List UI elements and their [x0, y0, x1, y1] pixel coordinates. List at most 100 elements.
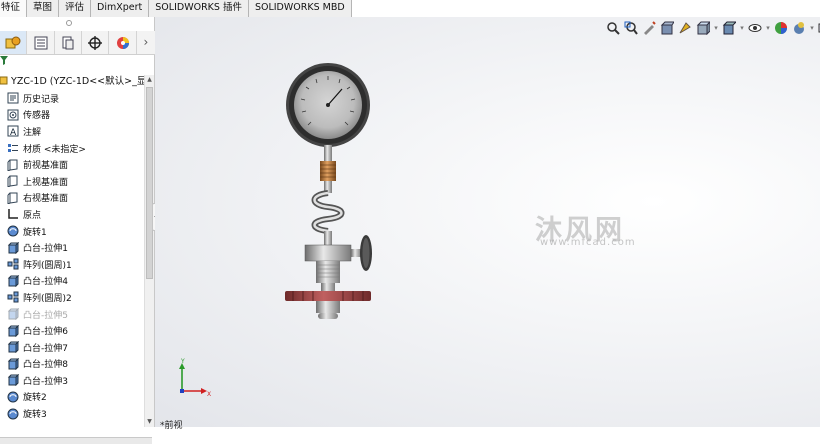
tree-item-label: 凸台-拉伸4	[23, 277, 68, 288]
tree-item-label: 阵列(圆周)1	[23, 260, 72, 271]
tree-item-label: 旋转3	[23, 410, 47, 421]
tree-item[interactable]: 旋转1	[0, 223, 145, 240]
display-manager-icon[interactable]	[109, 31, 137, 54]
command-manager-tabs: 特征 草图 评估 DimXpert SOLIDWORKS 插件 SOLIDWOR…	[0, 0, 352, 17]
edit-appearance-icon[interactable]	[773, 20, 789, 36]
tree-item-label: 凸台-拉伸3	[23, 376, 68, 387]
material-icon	[6, 142, 20, 155]
scroll-down-arrow-icon[interactable]: ▼	[145, 417, 154, 427]
tree-item[interactable]: 阵列(圆周)1	[0, 256, 145, 273]
heads-up-view-toolbar: ▾ ▾ ▾ ▾ ▾	[605, 19, 820, 37]
more-tabs-chevron-icon[interactable]: ›	[137, 31, 155, 54]
tree-root-part[interactable]: YZC-1D (YZC-1D<<默认>_显示	[0, 75, 152, 89]
tree-item-label: 旋转1	[23, 227, 47, 238]
annotation-icon: A	[6, 125, 20, 138]
property-manager-icon[interactable]	[27, 31, 55, 54]
tab-addins[interactable]: SOLIDWORKS 插件	[149, 0, 249, 17]
tree-item[interactable]: 凸台-拉伸1	[0, 239, 145, 256]
tree-item-label: 注解	[23, 127, 42, 138]
tab-dimxpert[interactable]: DimXpert	[91, 0, 150, 17]
dropdown-arrow-icon[interactable]: ▾	[809, 24, 815, 32]
revolve-icon	[6, 407, 20, 420]
tree-item[interactable]: 凸台-拉伸8	[0, 356, 145, 373]
extrude-icon	[6, 241, 20, 254]
circular-pattern-icon	[6, 258, 20, 271]
tree-item[interactable]: 凸台-拉伸6	[0, 322, 145, 339]
feature-manager-panel: › YZC-1D (YZC-1D<<默认>_显示 历史记录 传感器 A 注解材质 <未…	[0, 17, 155, 444]
apply-scene-icon[interactable]	[791, 20, 807, 36]
scroll-up-arrow-icon[interactable]: ▲	[145, 75, 154, 85]
panel-collapse-grip[interactable]	[66, 20, 72, 26]
tree-item-label: 前视基准面	[23, 161, 69, 172]
tab-mbd[interactable]: SOLIDWORKS MBD	[248, 0, 352, 17]
extrude-icon	[6, 274, 20, 287]
origin-icon	[6, 208, 20, 221]
tree-item-label: 右视基准面	[23, 194, 69, 205]
tree-item-label: 凸台-拉伸6	[23, 327, 68, 338]
tree-item[interactable]: 凸台-拉伸5	[0, 306, 145, 323]
sensor-icon	[6, 108, 20, 121]
history-icon	[6, 92, 20, 105]
manager-tabs: ›	[0, 31, 155, 55]
dropdown-arrow-icon[interactable]: ▾	[739, 24, 745, 32]
display-style-icon[interactable]	[721, 20, 737, 36]
circular-pattern-icon	[6, 291, 20, 304]
triad-y-label: Y	[180, 358, 185, 365]
tree-item[interactable]: 阵列(圆周)2	[0, 289, 145, 306]
plane-icon	[6, 158, 20, 171]
tab-features[interactable]: 特征	[0, 0, 28, 17]
tree-item-label: 旋转2	[23, 393, 47, 404]
tree-item-label: 材质 <未指定>	[23, 144, 86, 155]
dropdown-arrow-icon[interactable]: ▾	[765, 24, 771, 32]
tree-item-label: 凸台-拉伸1	[23, 244, 68, 255]
tree-item-label: 凸台-拉伸8	[23, 360, 68, 371]
tree-item[interactable]: 传感器	[0, 107, 145, 124]
tree-item[interactable]: A 注解	[0, 123, 145, 140]
tree-item[interactable]: 历史记录	[0, 90, 145, 107]
scroll-thumb[interactable]	[146, 87, 153, 279]
tab-evaluate[interactable]: 评估	[59, 0, 92, 17]
filter-icon[interactable]	[0, 56, 8, 68]
revolve-icon	[6, 390, 20, 403]
tree-item-label: 原点	[23, 210, 42, 221]
extrude-icon	[6, 357, 20, 370]
dynamic-annotation-icon[interactable]	[677, 20, 693, 36]
tree-item[interactable]: 旋转2	[0, 389, 145, 406]
previous-view-icon[interactable]	[641, 20, 657, 36]
dimxpert-manager-icon[interactable]	[82, 31, 110, 54]
plane-icon	[6, 175, 20, 188]
graphics-area[interactable]: ▾ ▾ ▾ ▾ ▾	[155, 17, 820, 427]
tree-root-label: YZC-1D (YZC-1D<<默认>_显示	[11, 76, 152, 87]
gauge-model[interactable]	[280, 57, 410, 327]
tree-item-label: 上视基准面	[23, 177, 69, 188]
tree-item[interactable]: 原点	[0, 206, 145, 223]
tree-item[interactable]: 凸台-拉伸4	[0, 273, 145, 290]
svg-text:A: A	[10, 128, 17, 137]
view-orientation-icon[interactable]	[695, 20, 711, 36]
feature-tree: 历史记录 传感器 A 注解材质 <未指定> 前视基准面上视基准面右视基准面原点旋转1 凸台…	[0, 90, 145, 422]
configuration-manager-icon[interactable]	[55, 31, 83, 54]
dropdown-arrow-icon[interactable]: ▾	[713, 24, 719, 32]
tree-item-label: 凸台-拉伸5	[23, 310, 68, 321]
tree-item[interactable]: 凸台-拉伸3	[0, 372, 145, 389]
tree-item[interactable]: 材质 <未指定>	[0, 140, 145, 157]
tree-item[interactable]: 上视基准面	[0, 173, 145, 190]
panel-bottom-tabs	[0, 437, 152, 444]
zoom-to-fit-icon[interactable]	[605, 20, 621, 36]
extrude-icon	[6, 308, 20, 321]
zoom-to-area-icon[interactable]	[623, 20, 639, 36]
tree-scrollbar[interactable]: ▲ ▼	[144, 75, 154, 427]
tree-item[interactable]: 右视基准面	[0, 190, 145, 207]
tree-item[interactable]: 旋转3	[0, 405, 145, 422]
extrude-icon	[6, 324, 20, 337]
tree-item[interactable]: 凸台-拉伸7	[0, 339, 145, 356]
tree-item-label: 阵列(圆周)2	[23, 293, 72, 304]
revolve-icon	[6, 225, 20, 238]
reference-triad: Y X	[179, 358, 211, 398]
section-view-icon[interactable]	[659, 20, 675, 36]
tab-sketch[interactable]: 草图	[27, 0, 60, 17]
hide-show-icon[interactable]	[747, 20, 763, 36]
tree-item[interactable]: 前视基准面	[0, 156, 145, 173]
triad-x-label: X	[207, 391, 211, 398]
feature-manager-icon[interactable]	[0, 31, 28, 54]
